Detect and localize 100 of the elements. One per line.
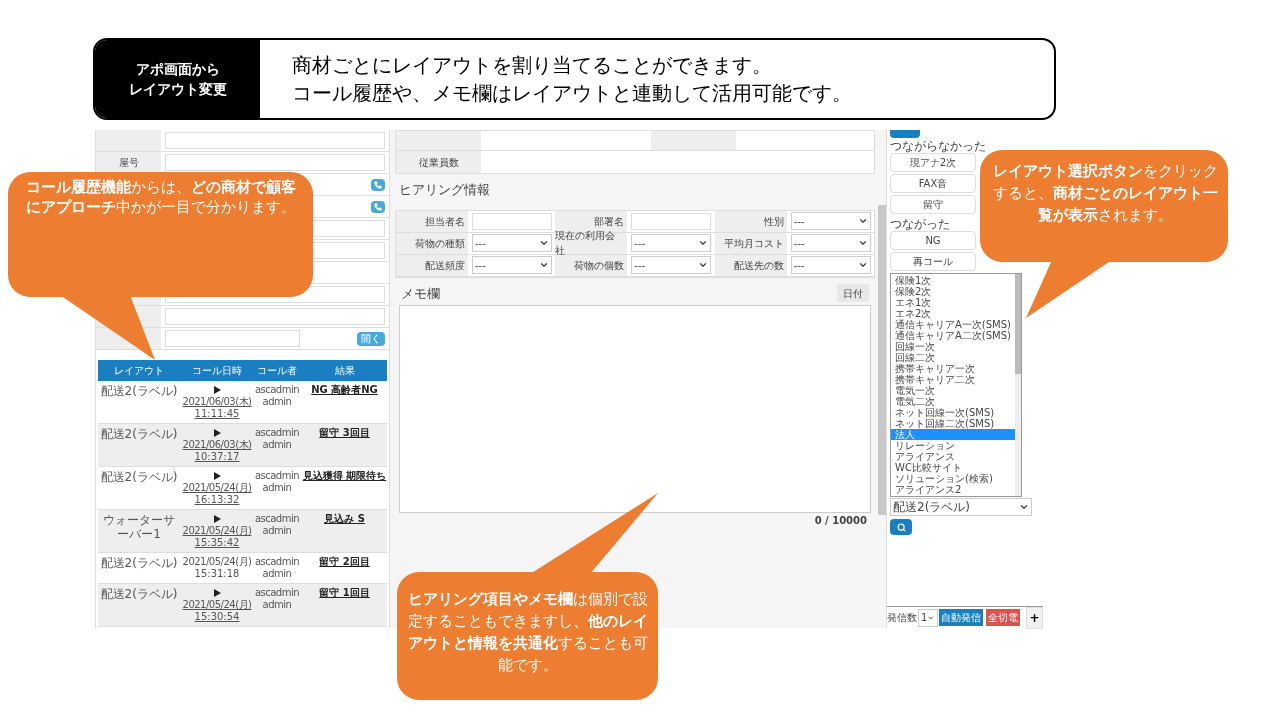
call-date[interactable]: 2021/05/24(月) bbox=[182, 482, 252, 494]
select-field[interactable]: --- bbox=[472, 234, 552, 252]
select-field[interactable]: --- bbox=[790, 234, 871, 252]
layout-option[interactable]: WC比較サイト bbox=[891, 462, 1015, 473]
result-button[interactable]: FAX音 bbox=[890, 174, 976, 193]
date-button[interactable]: 日付 bbox=[837, 284, 869, 303]
play-icon[interactable] bbox=[213, 589, 221, 597]
layout-listbox[interactable]: 保険1次 保険2次 エネ1次 エネ2次 通信キャリアA一次(SMS) 通信キャリアA二次(SMS) 回線一次 回線二次 携帯キャリア一次 携帯キャリア二次 電気一次 電気二次 ネット回線一次(SMS) ネット回線二次(SMS) 法人 リレーション アライアンス WC比較サイト ソリューション(検索) アライアンス2 bbox=[890, 273, 1022, 497]
layout-option[interactable]: 保険2次 bbox=[891, 286, 1015, 297]
input-field[interactable] bbox=[472, 212, 552, 230]
input-field[interactable] bbox=[165, 154, 385, 171]
field-label: 荷物の種類 bbox=[415, 236, 465, 251]
result-button[interactable]: 留守 bbox=[890, 195, 976, 214]
select-field[interactable]: --- bbox=[472, 256, 552, 274]
history-row[interactable]: 配送2(ラベル) 2021/06/03(木) 10:37:17 ascadmin admin 留守 3回目 bbox=[98, 424, 387, 467]
phone-button[interactable] bbox=[371, 178, 385, 191]
history-row[interactable]: ウォーターサーバー1 2021/05/24(月) 15:35:42 ascadmin admin 見込み S bbox=[98, 510, 387, 553]
input-field[interactable] bbox=[631, 212, 712, 230]
header-tag: アポ画面から レイアウト変更 bbox=[95, 40, 260, 118]
field-label: 現在の利用会社 bbox=[555, 229, 617, 258]
layout-option[interactable]: ネット回線二次(SMS) bbox=[891, 418, 1015, 429]
hangup-button[interactable]: 全切電 bbox=[986, 609, 1020, 626]
add-button[interactable]: + bbox=[1026, 606, 1043, 629]
search-icon bbox=[896, 522, 906, 532]
layout-option[interactable]: アライアンス bbox=[891, 451, 1015, 462]
call-time[interactable]: 15:30:54 bbox=[194, 611, 240, 623]
result-button[interactable]: NG bbox=[890, 231, 976, 250]
character-counter: 0 / 10000 bbox=[814, 514, 867, 528]
layout-option[interactable]: エネ2次 bbox=[891, 308, 1015, 319]
result-link[interactable]: 留守 3回目 bbox=[300, 427, 389, 463]
field-label: 従業員数 bbox=[418, 155, 459, 170]
call-date[interactable]: 2021/06/03(木) bbox=[182, 439, 252, 451]
layout-option[interactable]: 携帯キャリア一次 bbox=[891, 363, 1015, 374]
input-field[interactable] bbox=[165, 132, 385, 149]
caret-icon bbox=[698, 238, 709, 248]
layout-option[interactable]: 通信キャリアA二次(SMS) bbox=[891, 330, 1015, 341]
layout-option[interactable]: エネ1次 bbox=[891, 297, 1015, 308]
layout-cell-text: 配送2(ラベル) bbox=[99, 556, 179, 572]
call-date[interactable]: 2021/05/24(月) bbox=[182, 599, 252, 611]
call-time[interactable]: 11:11:45 bbox=[194, 408, 240, 420]
caret-icon bbox=[539, 260, 549, 270]
call-time[interactable]: 15:35:42 bbox=[194, 537, 240, 549]
history-row[interactable]: 配送2(ラベル) 2021/05/24(月) 15:30:54 ascadmin admin 留守 1回目 bbox=[98, 584, 387, 627]
result-link[interactable]: 見込獲得 期限待ち bbox=[300, 470, 389, 506]
phone-icon bbox=[374, 202, 382, 211]
result-button[interactable]: 現アナ2次 bbox=[890, 153, 976, 172]
caret-icon bbox=[857, 238, 868, 248]
caller-name: admin bbox=[262, 525, 292, 537]
search-button[interactable] bbox=[890, 519, 912, 535]
play-icon[interactable] bbox=[213, 386, 221, 394]
toolbar-button[interactable] bbox=[890, 130, 920, 138]
layout-option[interactable]: リレーション bbox=[891, 440, 1015, 451]
auto-dial-button[interactable]: 自動発信 bbox=[939, 609, 983, 626]
header-text: コール履歴や、メモ欄はレイアウトと連動して活用可能です。 bbox=[292, 80, 853, 107]
caret-icon bbox=[1019, 502, 1029, 512]
select-field[interactable]: 配送2(ラベル) bbox=[890, 498, 1032, 516]
scrollbar[interactable] bbox=[878, 205, 886, 515]
layout-option[interactable]: ソリューション(検索) bbox=[891, 473, 1015, 484]
history-row[interactable]: 配送2(ラベル) 2021/05/24(月) 16:13:32 ascadmin admin 見込獲得 期限待ち bbox=[98, 467, 387, 510]
history-row[interactable]: 配送2(ラベル) 2021/05/24(月) 15:31:18 ascadmin admin 留守 2回目 bbox=[98, 553, 387, 584]
select-field[interactable]: --- bbox=[790, 256, 871, 274]
caller-name: ascadmin bbox=[254, 384, 300, 396]
phone-button[interactable] bbox=[371, 200, 385, 213]
select-field[interactable]: --- bbox=[790, 212, 871, 230]
result-link[interactable]: 留守 1回目 bbox=[300, 587, 389, 623]
input-field[interactable] bbox=[165, 330, 300, 347]
call-date[interactable]: 2021/06/03(木) bbox=[182, 396, 252, 408]
layout-option[interactable]: 回線一次 bbox=[891, 341, 1015, 352]
layout-option[interactable]: 回線二次 bbox=[891, 352, 1015, 363]
call-date[interactable]: 2021/05/24(月) bbox=[182, 525, 252, 537]
select-field[interactable]: 1 bbox=[918, 608, 938, 627]
group-label: つながらなかった bbox=[890, 139, 987, 153]
result-button[interactable]: 再コール bbox=[890, 252, 976, 271]
select-field[interactable]: --- bbox=[631, 234, 712, 252]
field-label: 担当者名 bbox=[425, 214, 465, 229]
call-time[interactable]: 10:37:17 bbox=[194, 451, 240, 463]
layout-cell-text: 配送2(ラベル) bbox=[99, 587, 179, 603]
play-icon[interactable] bbox=[213, 429, 221, 437]
layout-option[interactable]: 電気二次 bbox=[891, 396, 1015, 407]
result-link[interactable]: 留守 2回目 bbox=[300, 556, 389, 580]
history-row[interactable]: 配送2(ラベル) 2021/06/03(木) 11:11:45 ascadmin admin NG 高齢者NG bbox=[98, 381, 387, 424]
play-icon[interactable] bbox=[213, 472, 221, 480]
layout-option[interactable]: 電気一次 bbox=[891, 385, 1015, 396]
layout-option[interactable]: アライアンス2 bbox=[891, 484, 1015, 495]
scrollbar[interactable] bbox=[1015, 274, 1021, 374]
layout-option[interactable]: 保険1次 bbox=[891, 275, 1015, 286]
select-field[interactable]: --- bbox=[631, 256, 712, 274]
section-title: メモ欄 bbox=[401, 284, 440, 303]
play-icon[interactable] bbox=[213, 515, 221, 523]
result-link[interactable]: NG 高齢者NG bbox=[300, 384, 389, 420]
layout-option[interactable]: 通信キャリアA一次(SMS) bbox=[891, 319, 1015, 330]
callout-tooltip-text: ヒアリング項目やメモ欄は個別で設定することもできますし、他のレイアウトと情報を共通化することも可能です。 bbox=[406, 589, 649, 676]
call-time[interactable]: 16:13:32 bbox=[194, 494, 240, 506]
layout-option[interactable]: 携帯キャリア二次 bbox=[891, 374, 1015, 385]
input-field[interactable] bbox=[165, 308, 385, 325]
layout-cell-text: ウォーターサーバー1 bbox=[102, 513, 176, 543]
result-link[interactable]: 見込み S bbox=[300, 513, 389, 549]
layout-option[interactable]: ネット回線一次(SMS) bbox=[891, 407, 1015, 418]
caller-name: ascadmin bbox=[254, 556, 300, 568]
field-label: 平均月コスト bbox=[723, 236, 784, 251]
